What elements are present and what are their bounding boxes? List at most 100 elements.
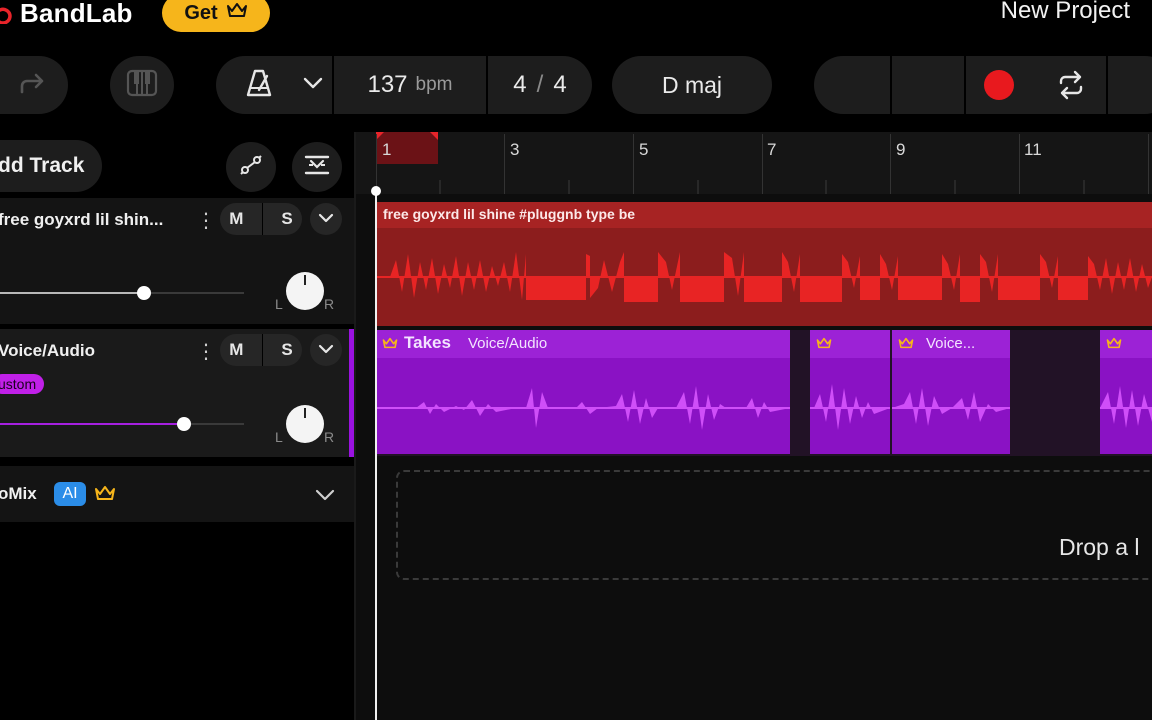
metronome-icon — [244, 68, 274, 103]
audio-clip[interactable] — [810, 330, 890, 454]
solo-button[interactable]: S — [281, 340, 292, 360]
more-icon[interactable]: ⋮ — [196, 208, 216, 233]
clip-title: Voice... — [926, 335, 976, 352]
bar-number: 5 — [639, 140, 649, 159]
chevron-down-icon[interactable] — [315, 488, 335, 506]
add-track-button[interactable]: dd Track — [0, 140, 102, 192]
bpm-field[interactable]: 137 bpm — [334, 56, 486, 114]
bar-line — [890, 134, 891, 194]
bar-number: 9 — [896, 140, 906, 159]
waveform — [376, 252, 1152, 302]
brand-name: BandLab — [20, 0, 133, 28]
automix-label: oMix — [0, 484, 37, 503]
waveform — [1100, 386, 1152, 428]
metronome-button[interactable] — [234, 56, 284, 114]
bpm-value: 137 — [367, 71, 408, 98]
pan-knob[interactable] — [286, 405, 324, 443]
transport-controls — [814, 56, 1152, 114]
mute-solo-group: M S — [220, 334, 302, 366]
bar-line — [1148, 134, 1149, 194]
key-selector[interactable]: D maj — [612, 56, 772, 114]
divider — [1106, 56, 1108, 114]
crown-icon — [226, 1, 248, 25]
piano-icon — [126, 69, 158, 102]
crown-icon — [816, 336, 832, 355]
waveform — [376, 386, 790, 430]
bar-number: 3 — [510, 140, 520, 159]
top-bar: BandLab Get New Project — [0, 0, 1152, 40]
automation-button[interactable] — [226, 142, 276, 192]
pan-right-label: R — [324, 296, 335, 312]
track-name[interactable]: Voice/Audio — [0, 341, 95, 361]
volume-handle[interactable] — [177, 417, 191, 431]
crown-icon — [1106, 336, 1122, 355]
playhead-handle[interactable] — [371, 186, 381, 196]
automation-icon — [238, 152, 264, 183]
crown-icon — [382, 336, 398, 355]
audio-clip[interactable] — [1100, 330, 1152, 454]
drop-zone-text: Drop a l — [1059, 534, 1140, 560]
pan-left-label: L — [275, 296, 283, 312]
fx-button[interactable] — [292, 142, 342, 192]
volume-fill — [0, 292, 144, 294]
chevron-down-icon — [318, 341, 334, 359]
clip-header: free goyxrd lil shine #pluggnb type be — [376, 202, 1152, 228]
audio-clip[interactable]: Voice... — [892, 330, 1010, 454]
pan-right-label: R — [324, 429, 335, 445]
project-title[interactable]: New Project — [1001, 0, 1130, 25]
redo-button[interactable] — [0, 56, 68, 114]
solo-button[interactable]: S — [281, 209, 292, 229]
pan-left-label: L — [275, 429, 283, 445]
mute-button[interactable]: M — [229, 340, 243, 360]
drop-zone[interactable] — [396, 470, 1152, 580]
piano-roll-button[interactable] — [110, 56, 174, 114]
track-expand-button[interactable] — [310, 334, 342, 366]
bar-number: 1 — [382, 140, 392, 159]
divider — [964, 56, 966, 114]
divider — [261, 334, 263, 366]
volume-handle[interactable] — [137, 286, 151, 300]
audio-clip[interactable]: Takes Voice/Audio — [376, 330, 790, 454]
track-name[interactable]: free goyxrd lil shin... — [0, 210, 163, 230]
redo-icon — [18, 72, 48, 103]
timeline[interactable]: 1 3 5 7 9 11 free goyxrd lil shine #plug… — [356, 132, 1152, 720]
clip-title: Voice/Audio — [468, 335, 548, 352]
get-membership-button[interactable]: Get — [162, 0, 270, 32]
get-label: Get — [184, 1, 218, 24]
automix-row[interactable]: oMix AI — [0, 466, 354, 522]
waveform — [810, 384, 890, 430]
bar-line — [1019, 134, 1020, 194]
preset-badge[interactable]: ustom — [0, 374, 45, 394]
record-button[interactable] — [984, 70, 1014, 100]
volume-slider[interactable] — [0, 417, 244, 431]
time-sig-top: 4 — [513, 71, 527, 98]
takes-label: Takes — [404, 333, 451, 352]
more-icon[interactable]: ⋮ — [196, 339, 216, 364]
bar-line — [633, 134, 634, 194]
volume-slider[interactable] — [0, 286, 244, 300]
mute-button[interactable]: M — [229, 209, 243, 229]
mute-solo-group: M S — [220, 203, 302, 235]
bar-number: 7 — [767, 140, 777, 159]
logo-icon — [0, 2, 14, 25]
bandlab-logo[interactable]: BandLab — [0, 0, 133, 30]
time-sig-bottom: 4 — [553, 71, 567, 98]
time-signature-field[interactable]: 4 / 4 — [488, 56, 592, 114]
timeline-ruler[interactable]: 1 3 5 7 9 11 — [356, 132, 1152, 194]
track-header[interactable]: free goyxrd lil shin... ⋮ M S L R — [0, 198, 354, 324]
audio-clip[interactable]: free goyxrd lil shine #pluggnb type be — [376, 202, 1152, 326]
bar-number: 11 — [1024, 140, 1042, 159]
track-expand-button[interactable] — [310, 203, 342, 235]
divider — [890, 56, 892, 114]
waveform — [892, 388, 1010, 426]
loop-icon[interactable] — [1056, 70, 1086, 105]
track-header[interactable]: Voice/Audio ⋮ M S ustom L R — [0, 329, 354, 457]
bar-line — [376, 134, 377, 194]
playhead[interactable] — [375, 190, 377, 720]
pan-knob[interactable] — [286, 272, 324, 310]
metronome-options-button[interactable] — [296, 56, 330, 114]
bpm-unit: bpm — [415, 74, 453, 95]
tempo-controls: 137 bpm 4 / 4 — [216, 56, 592, 114]
chevron-down-icon — [318, 210, 334, 228]
volume-fill — [0, 423, 184, 425]
